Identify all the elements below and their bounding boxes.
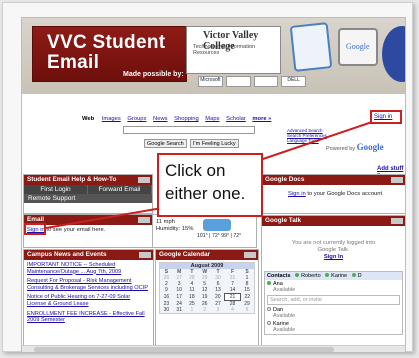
- browser-viewport: VVC Student Email Made possible by: Vict…: [21, 17, 406, 353]
- screenshot-frame: VVC Student Email Made possible by: Vict…: [2, 2, 413, 353]
- arrow-to-email-sign-in: [45, 207, 163, 229]
- instruction-callout: Click on either one.: [157, 153, 263, 217]
- arrow-to-top-sign-in: [259, 121, 373, 161]
- highlight-box-top-sign-in: [370, 110, 402, 124]
- highlight-box-email-sign-in: [24, 223, 46, 235]
